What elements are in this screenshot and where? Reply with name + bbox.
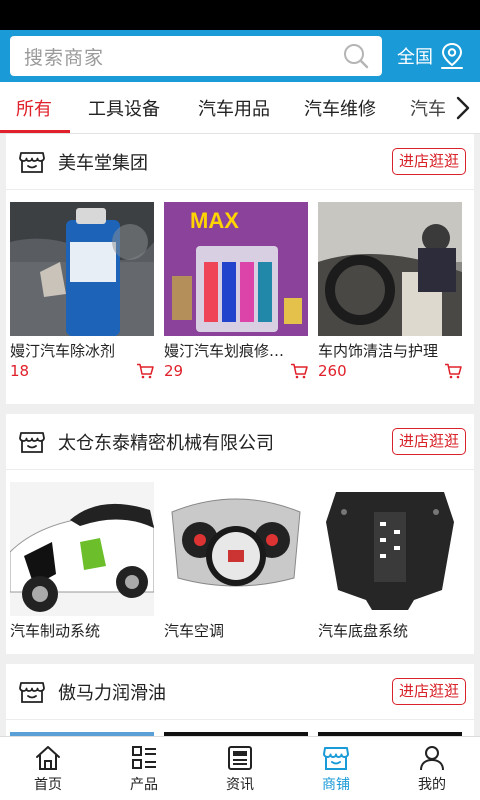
visit-store-button[interactable]: 进店逛逛 bbox=[391, 148, 466, 175]
nav-label: 资讯 bbox=[226, 776, 254, 793]
cart-icon[interactable] bbox=[290, 363, 308, 379]
product-item[interactable]: MAX 嫚汀汽车划痕修… 29 bbox=[164, 202, 318, 381]
store-icon bbox=[19, 681, 45, 703]
store-header[interactable]: 傲马力润滑油 进店逛逛 bbox=[6, 664, 474, 720]
product-image-brake-system bbox=[10, 482, 154, 616]
product-item[interactable]: 汽车底盘系统 bbox=[318, 482, 472, 641]
nav-news[interactable]: 资讯 bbox=[192, 737, 288, 800]
search-placeholder: 搜索商家 bbox=[24, 46, 105, 69]
region-selector[interactable]: 全国 bbox=[397, 42, 465, 70]
news-icon bbox=[228, 745, 252, 770]
chevron-right-icon bbox=[456, 96, 470, 120]
product-row bbox=[6, 720, 474, 736]
region-label: 全国 bbox=[397, 47, 433, 68]
search-icon[interactable] bbox=[342, 42, 370, 70]
nav-label: 我的 bbox=[418, 776, 446, 793]
store-list: 美车堂集团 进店逛逛 嫚汀汽车除冰剂 18 MAX 嫚汀汽车划痕修… 29 车内… bbox=[0, 134, 480, 736]
nav-products[interactable]: 产品 bbox=[96, 737, 192, 800]
nav-shops[interactable]: 商铺 bbox=[288, 737, 384, 800]
product-image-car-ac bbox=[164, 482, 308, 616]
product-row: 嫚汀汽车除冰剂 18 MAX 嫚汀汽车划痕修… 29 车内饰清洁与护理 260 bbox=[6, 190, 474, 381]
store-icon bbox=[19, 151, 45, 173]
store-header[interactable]: 美车堂集团 进店逛逛 bbox=[6, 134, 474, 190]
product-price: 29 bbox=[164, 362, 184, 380]
product-image-interior-cleaning bbox=[318, 202, 462, 336]
product-item[interactable]: 汽车制动系统 bbox=[10, 482, 164, 641]
cart-icon[interactable] bbox=[136, 363, 154, 379]
status-bar bbox=[0, 0, 480, 30]
tab-car-repair[interactable]: 汽车维修 bbox=[304, 82, 376, 133]
product-row: 汽车制动系统 汽车空调 汽车底盘系统 bbox=[6, 470, 474, 641]
nav-label: 首页 bbox=[34, 776, 62, 793]
bottom-navigation: 首页 产品 资讯 商铺 我的 bbox=[0, 736, 480, 800]
user-icon bbox=[420, 745, 444, 770]
cart-icon[interactable] bbox=[444, 363, 462, 379]
tab-tools-equipment[interactable]: 工具设备 bbox=[88, 82, 160, 133]
store-header[interactable]: 太仓东泰精密机械有限公司 进店逛逛 bbox=[6, 414, 474, 470]
tab-label: 汽车用品 bbox=[198, 98, 270, 120]
store-card: 太仓东泰精密机械有限公司 进店逛逛 汽车制动系统 汽车空调 汽车底盘系统 bbox=[6, 414, 474, 654]
product-price: 18 bbox=[10, 362, 30, 380]
product-image-deicer bbox=[10, 202, 154, 336]
svg-text:MAX: MAX bbox=[190, 208, 239, 233]
store-name: 太仓东泰精密机械有限公司 bbox=[58, 432, 274, 454]
product-item[interactable]: 嫚汀汽车除冰剂 18 bbox=[10, 202, 164, 381]
store-name: 傲马力润滑油 bbox=[58, 682, 166, 704]
nav-label: 产品 bbox=[130, 776, 158, 793]
home-icon bbox=[36, 745, 60, 770]
store-card: 美车堂集团 进店逛逛 嫚汀汽车除冰剂 18 MAX 嫚汀汽车划痕修… 29 车内… bbox=[6, 134, 474, 404]
product-name: 汽车制动系统 bbox=[10, 622, 101, 640]
product-image-chassis bbox=[318, 482, 462, 616]
tabs-scroll-right[interactable] bbox=[446, 82, 480, 133]
product-item[interactable]: 汽车空调 bbox=[164, 482, 318, 641]
product-item[interactable]: 车内饰清洁与护理 260 bbox=[318, 202, 472, 381]
shop-icon bbox=[323, 746, 349, 770]
tab-label: 汽车 bbox=[410, 98, 446, 120]
nav-label: 商铺 bbox=[322, 776, 350, 793]
tab-car-more[interactable]: 汽车 bbox=[410, 82, 446, 133]
search-input[interactable]: 搜索商家 bbox=[10, 36, 382, 76]
product-name: 嫚汀汽车除冰剂 bbox=[10, 342, 116, 360]
product-image-scratch-repair: MAX bbox=[164, 202, 308, 336]
nav-home[interactable]: 首页 bbox=[0, 737, 96, 800]
product-name: 汽车底盘系统 bbox=[318, 622, 409, 640]
category-tabs: 所有 工具设备 汽车用品 汽车维修 汽车 bbox=[0, 82, 480, 134]
product-name: 嫚汀汽车划痕修… bbox=[164, 342, 285, 360]
nav-me[interactable]: 我的 bbox=[384, 737, 480, 800]
store-name: 美车堂集团 bbox=[58, 152, 148, 174]
product-name: 车内饰清洁与护理 bbox=[318, 342, 439, 360]
tab-label: 汽车维修 bbox=[304, 98, 376, 120]
tab-label: 工具设备 bbox=[88, 98, 160, 120]
tab-all[interactable]: 所有 bbox=[0, 82, 70, 133]
product-price: 260 bbox=[318, 362, 347, 380]
store-card: 傲马力润滑油 进店逛逛 bbox=[6, 664, 474, 736]
tab-label: 所有 bbox=[16, 98, 52, 120]
visit-store-button[interactable]: 进店逛逛 bbox=[391, 678, 466, 705]
top-header: 搜索商家 全国 bbox=[0, 30, 480, 82]
location-icon bbox=[441, 42, 463, 69]
product-list-icon bbox=[132, 745, 156, 769]
tab-car-supplies[interactable]: 汽车用品 bbox=[198, 82, 270, 133]
store-icon bbox=[19, 431, 45, 453]
product-name: 汽车空调 bbox=[164, 622, 225, 640]
visit-store-button[interactable]: 进店逛逛 bbox=[391, 428, 466, 455]
